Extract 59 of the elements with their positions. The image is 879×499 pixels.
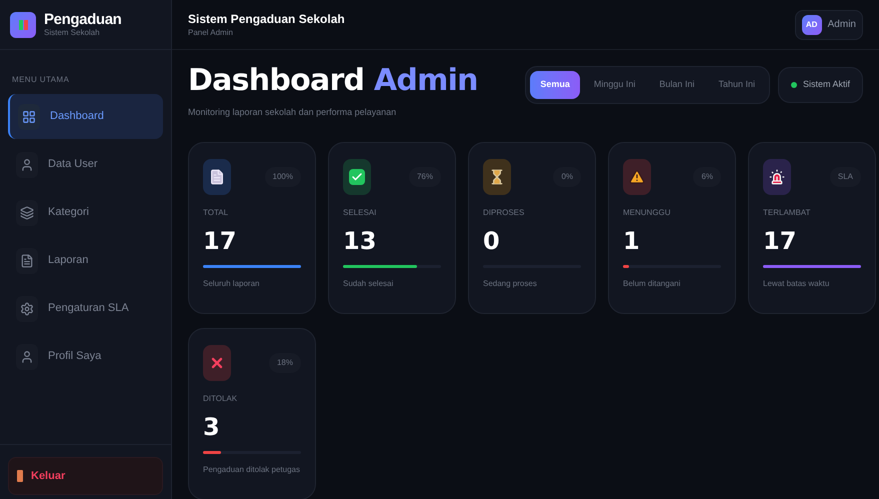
user-menu[interactable]: AD Admin xyxy=(794,10,863,40)
header-title: Sistem Pengaduan Sekolah xyxy=(188,12,345,24)
stat-value: 17 xyxy=(763,228,798,252)
user-icon xyxy=(20,158,34,172)
period-tab[interactable]: Tahun Ini xyxy=(708,71,765,99)
page-subtitle: Monitoring laporan sekolah dan performa pelayanan xyxy=(188,106,398,119)
brand-subtitle: Sistem Sekolah xyxy=(44,29,101,37)
warning-icon xyxy=(629,168,645,184)
stat-caption: Belum ditangani xyxy=(623,278,682,288)
status-label: Sistem Aktif xyxy=(802,78,850,92)
stat-label: TOTAL xyxy=(203,206,230,218)
stat-value: 3 xyxy=(203,414,221,438)
stat-caption: Pengaduan ditolak petugas xyxy=(203,464,301,474)
nav-item[interactable]: Laporan xyxy=(8,238,163,283)
stat-label: SELESAI xyxy=(343,206,378,218)
user-name: Admin xyxy=(828,18,856,32)
nav-item[interactable]: Kategori xyxy=(8,190,163,235)
user-avatar: AD xyxy=(802,14,822,34)
nav-item[interactable]: Dashboard xyxy=(8,94,163,139)
logo-icon xyxy=(10,12,36,38)
page-title: Dashboard Admin xyxy=(188,66,478,96)
percentage-badge: 100% xyxy=(264,166,301,186)
period-tab[interactable]: Minggu Ini xyxy=(584,71,646,99)
header-subtitle: Panel Admin xyxy=(188,28,234,36)
stat-label: TERLAMBAT xyxy=(763,206,812,218)
stat-value: 1 xyxy=(623,228,641,252)
nav-item[interactable]: Profil Saya xyxy=(8,334,163,379)
user-icon xyxy=(20,350,34,364)
document-icon xyxy=(20,254,34,268)
stat-caption: Lewat batas waktu xyxy=(763,278,830,288)
period-tab[interactable]: Semua xyxy=(530,71,580,99)
nav-item[interactable]: Data User xyxy=(8,142,163,187)
stat-label: DITOLAK xyxy=(203,392,238,404)
period-tab[interactable]: Bulan Ini xyxy=(649,71,704,99)
section-heading: MENU UTAMA xyxy=(11,74,70,86)
percentage-badge: 76% xyxy=(408,166,441,186)
stat-caption: Sudah selesai xyxy=(343,278,394,288)
document-icon xyxy=(209,168,225,184)
percentage-badge: 18% xyxy=(268,352,301,372)
hourglass-icon xyxy=(489,168,505,184)
stat-label: MENUNGGU xyxy=(623,206,672,218)
checkmark-icon xyxy=(349,168,365,184)
settings-icon xyxy=(20,302,34,316)
stat-caption: Seluruh laporan xyxy=(203,278,260,288)
brand-name: Pengaduan xyxy=(44,12,122,27)
grid-icon xyxy=(22,110,36,124)
stat-value: 17 xyxy=(203,228,238,252)
siren-icon xyxy=(769,168,785,184)
door-icon xyxy=(17,470,23,482)
stat-caption: Sedang proses xyxy=(483,278,538,288)
stat-value: 0 xyxy=(483,228,501,252)
percentage-badge: 0% xyxy=(553,166,581,186)
nav-item[interactable]: Pengaturan SLA xyxy=(8,286,163,331)
percentage-badge: 6% xyxy=(693,166,721,186)
logout-button[interactable]: Keluar xyxy=(8,457,163,495)
layers-icon xyxy=(20,206,34,220)
stat-label: DIPROSES xyxy=(483,206,526,218)
stat-value: 13 xyxy=(343,228,378,252)
percentage-badge: SLA xyxy=(830,166,861,186)
